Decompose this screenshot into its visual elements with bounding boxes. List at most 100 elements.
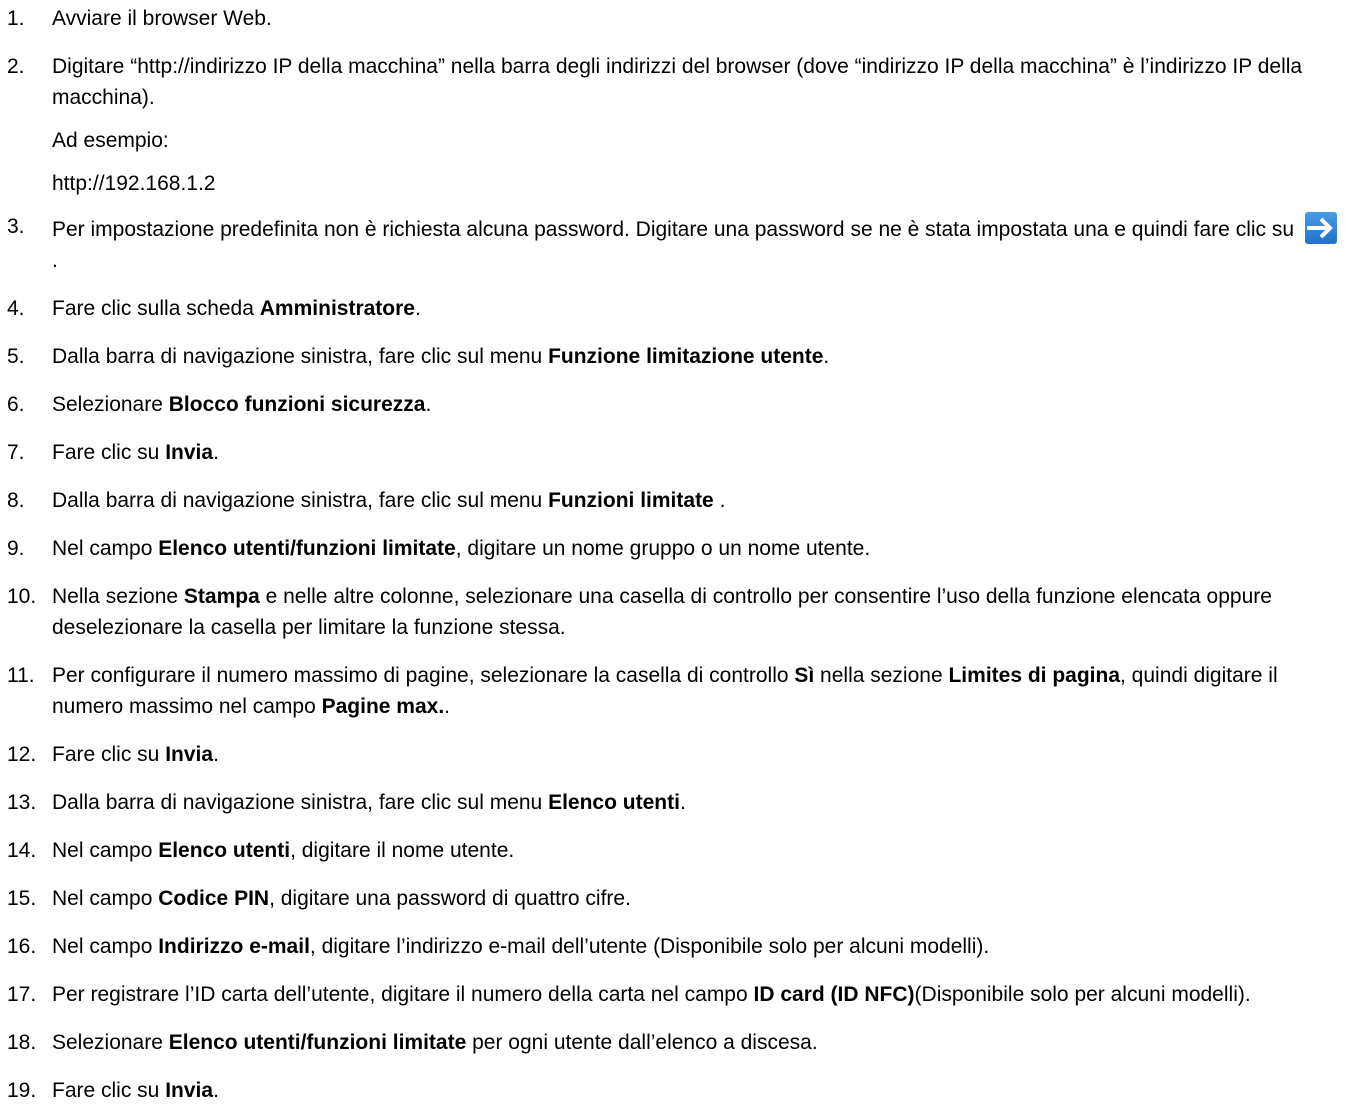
ui-term: Limites di pagina — [948, 664, 1121, 687]
step-text-segment: . — [425, 393, 432, 416]
step-number: 4. — [7, 297, 25, 320]
step-number: 9. — [7, 537, 25, 560]
ui-term: Amministratore — [259, 297, 415, 320]
step-text-segment: Fare clic su — [52, 743, 166, 766]
step-text-segment: Selezionare — [52, 393, 169, 416]
step-text: Dalla barra di navigazione sinistra, far… — [52, 485, 1340, 516]
step-text-segment: Nel campo — [52, 839, 159, 862]
step-text-segment: Avviare il browser Web. — [52, 7, 272, 30]
step-text: Per configurare il numero massimo di pag… — [52, 660, 1340, 722]
step-text: Dalla barra di navigazione sinistra, far… — [52, 787, 1340, 818]
ui-term: ID card (ID NFC) — [753, 983, 915, 1006]
step-text-segment: , digitare il nome utente. — [290, 839, 515, 862]
step-text-segment: Fare clic su — [52, 1079, 166, 1102]
step-number: 10. — [7, 585, 37, 608]
list-item: 14. Nel campo Elenco utenti, digitare il … — [0, 835, 1346, 866]
step-text-segment: Nella sezione — [52, 585, 184, 608]
step-text-segment: . — [213, 743, 219, 766]
step-text-segment: Dalla barra di navigazione sinistra, far… — [52, 791, 549, 814]
step-text-segment: . — [414, 297, 421, 320]
step-text-segment: Per configurare il numero massimo di pag… — [52, 664, 795, 687]
step-text-segment: , digitare l’indirizzo e-mail dell’utent… — [309, 935, 990, 958]
list-item: 2. Digitare “http://indirizzo IP della ma… — [0, 51, 1346, 199]
ui-term: Stampa — [183, 585, 260, 608]
step-text-segment: Nel campo — [52, 537, 159, 560]
step-text-segment: . — [679, 791, 686, 814]
step-number: 1. — [7, 7, 25, 30]
step-text-segment: Dalla barra di navigazione sinistra, far… — [52, 489, 549, 512]
list-item: 16. Nel campo Indirizzo e-mail, digitare … — [0, 931, 1346, 962]
ui-term: Pagine max. — [321, 695, 445, 718]
list-item: 4. Fare clic sulla scheda Amministratore. — [0, 293, 1346, 324]
step-text-segment: Dalla barra di navigazione sinistra, far… — [52, 345, 549, 368]
step-text-segment: . — [823, 345, 830, 368]
step-text: Fare clic sulla scheda Amministratore. — [52, 293, 1340, 324]
step-text-segment: Fare clic sulla scheda — [52, 297, 260, 320]
ui-term: Blocco funzioni sicurezza — [168, 393, 426, 416]
example-url: http://192.168.1.2 — [52, 172, 216, 195]
ui-term: Codice PIN — [158, 887, 270, 910]
list-item: 17. Per registrare l’ID carta dell’utente… — [0, 979, 1346, 1010]
step-text-segment: . — [213, 1079, 219, 1102]
step-text-segment: Selezionare — [52, 1031, 169, 1054]
step-text: Dalla barra di navigazione sinistra, far… — [52, 341, 1340, 372]
list-item: 8. Dalla barra di navigazione sinistra, f… — [0, 485, 1346, 516]
ui-term: Elenco utenti/funzioni limitate — [158, 537, 456, 560]
step-text-segment: . — [713, 489, 726, 512]
step-text: Selezionare Elenco utenti/funzioni limit… — [52, 1027, 1340, 1058]
list-item: 11. Per configurare il numero massimo di … — [0, 660, 1346, 722]
step-text-segment: , digitare una password di quattro cifre… — [269, 887, 631, 910]
ui-term: Invia — [165, 743, 214, 766]
step-number: 18. — [7, 1031, 37, 1054]
step-text: Selezionare Blocco funzioni sicurezza. — [52, 389, 1340, 420]
ui-term: Funzione limitazione utente — [548, 345, 824, 368]
list-item: 7. Fare clic su Invia. — [0, 437, 1346, 468]
ui-term: Elenco utenti/funzioni limitate — [168, 1031, 467, 1054]
step-text-segment: Nel campo — [52, 935, 159, 958]
list-item: 9. Nel campo Elenco utenti/funzioni limit… — [0, 533, 1346, 564]
step-number: 2. — [7, 55, 25, 78]
ui-term: Funzioni limitate — [548, 489, 714, 512]
list-item: 13. Dalla barra di navigazione sinistra, … — [0, 787, 1346, 818]
step-number: 13. — [7, 791, 37, 814]
ui-term: Indirizzo e-mail — [158, 935, 310, 958]
ui-term: Invia — [165, 1079, 214, 1102]
step-number: 8. — [7, 489, 25, 512]
step-number: 17. — [7, 983, 37, 1006]
step-text-segment: . — [52, 249, 58, 272]
step-text-segment: Fare clic su — [52, 441, 166, 464]
step-text: Avviare il browser Web. — [52, 3, 1340, 34]
step-text-segment: Nel campo — [52, 887, 159, 910]
step-number: 16. — [7, 935, 37, 958]
step-text-segment: , digitare un nome gruppo o un nome uten… — [455, 537, 871, 560]
list-item: 3. Per impostazione predefinita non è ric… — [0, 211, 1346, 276]
list-item: 18. Selezionare Elenco utenti/funzioni li… — [0, 1027, 1346, 1058]
step-text-segment: Digitare “http://indirizzo IP della macc… — [52, 55, 1303, 109]
list-item: 5. Dalla barra di navigazione sinistra, f… — [0, 341, 1346, 372]
step-number: 11. — [7, 664, 35, 687]
step-number: 14. — [7, 839, 37, 862]
step-text: Nel campo Codice PIN, digitare una passw… — [52, 883, 1340, 914]
instructions-list: 1. Avviare il browser Web. 2. Digitare “htt… — [0, 0, 1346, 1106]
step-number: 19. — [7, 1079, 37, 1102]
example-label: Ad esempio: — [52, 129, 169, 152]
step-number: 5. — [7, 345, 25, 368]
list-item: 15. Nel campo Codice PIN, digitare una pa… — [0, 883, 1346, 914]
ui-term: Invia — [165, 441, 214, 464]
list-item: 19. Fare clic su Invia. — [0, 1075, 1346, 1106]
step-text-segment: Per registrare l’ID carta dell’utente, d… — [52, 983, 754, 1006]
arrow-right-icon — [1304, 211, 1338, 245]
ui-term: Elenco utenti — [158, 839, 291, 862]
step-text-segment: Per impostazione predefinita non è richi… — [52, 218, 1300, 241]
step-text: Nella sezione Stampa e nelle altre colon… — [52, 581, 1340, 643]
step-text-segment: . — [213, 441, 219, 464]
step-text-segment: per ogni utente dall’elenco a discesa. — [466, 1031, 818, 1054]
step-text: Per registrare l’ID carta dell’utente, d… — [52, 979, 1340, 1010]
step-text: Nel campo Indirizzo e-mail, digitare l’i… — [52, 931, 1340, 962]
step-text: Nel campo Elenco utenti/funzioni limitat… — [52, 533, 1340, 564]
step-text-segment: . — [444, 695, 451, 718]
step-number: 3. — [7, 215, 25, 238]
step-number: 12. — [7, 743, 37, 766]
list-item: 12. Fare clic su Invia. — [0, 739, 1346, 770]
list-item: 10. Nella sezione Stampa e nelle altre co… — [0, 581, 1346, 643]
